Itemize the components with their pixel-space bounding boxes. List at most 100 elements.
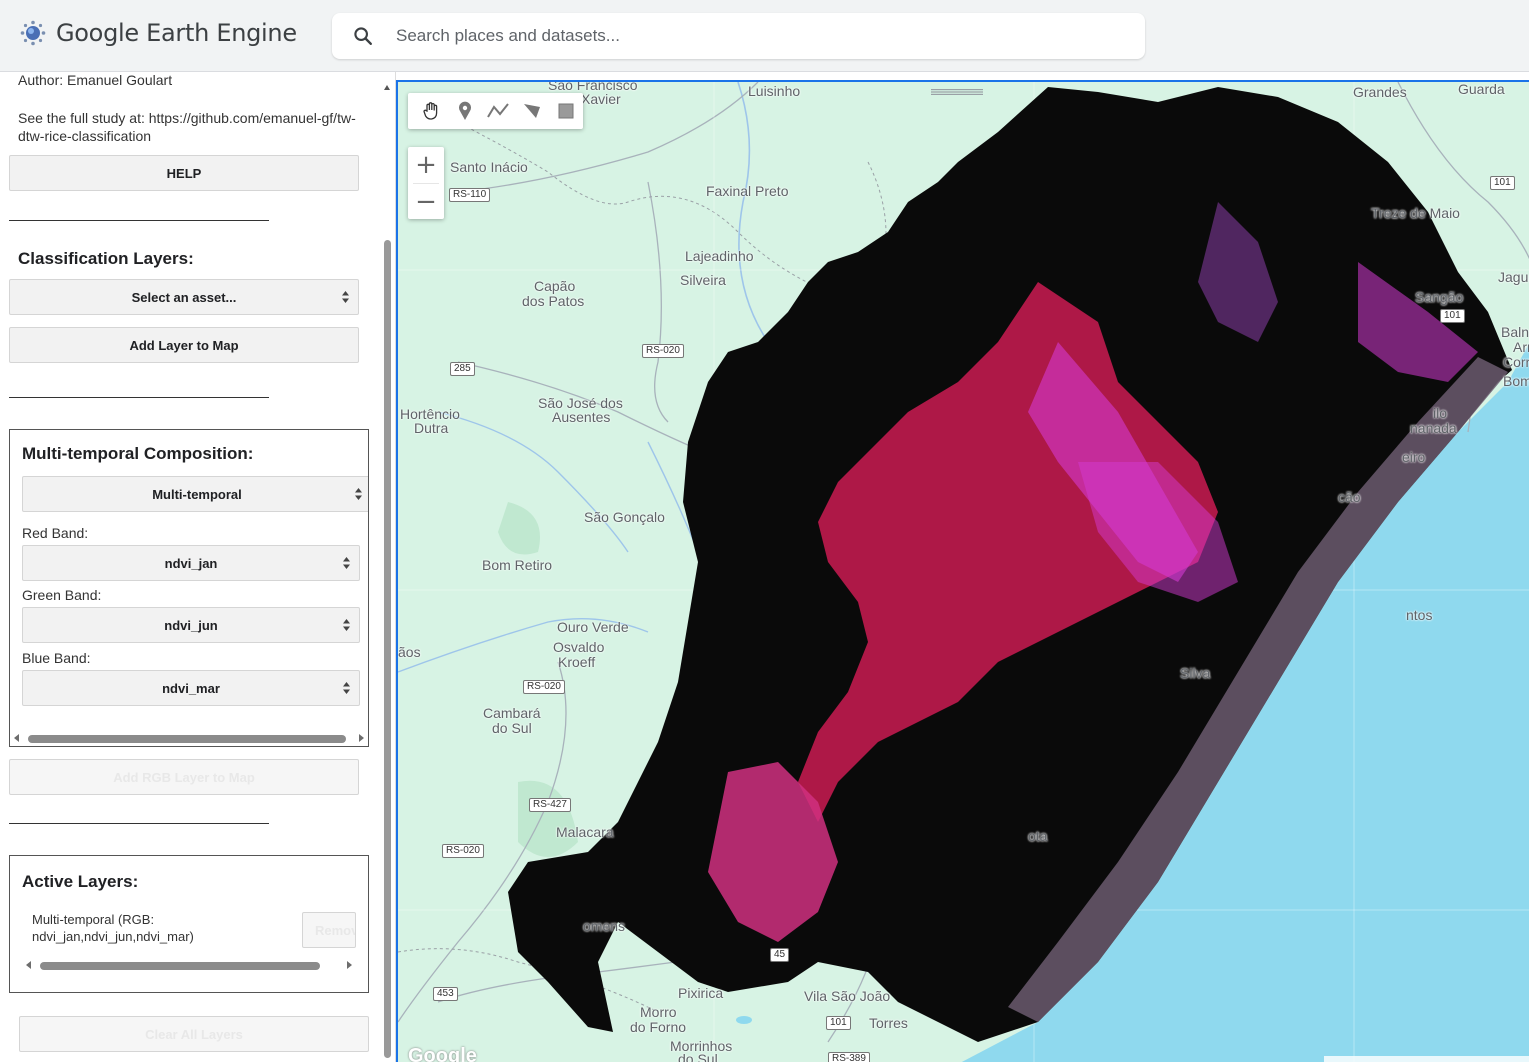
place-label: Luisinho xyxy=(748,83,801,99)
add-layer-button[interactable]: Add Layer to Map xyxy=(9,327,359,363)
place-label: Lajeadinho xyxy=(685,248,754,264)
grip-dots-icon xyxy=(931,89,983,95)
road-shield: 453 xyxy=(433,987,458,1001)
composition-title: Multi-temporal Composition: xyxy=(22,444,254,463)
divider-3 xyxy=(9,823,269,824)
author-text: Author: Emanuel Goulart xyxy=(18,72,173,88)
place-label: ota xyxy=(1028,828,1048,844)
remove-layer-button[interactable]: Remov xyxy=(302,912,356,948)
draw-polygon-button[interactable] xyxy=(515,93,549,129)
zoom-in-button[interactable]: + xyxy=(408,147,444,183)
classification-title: Classification Layers: xyxy=(18,249,194,268)
map-basemap xyxy=(398,82,1529,1062)
place-label: Sangão xyxy=(1415,289,1464,305)
divider-2 xyxy=(9,397,269,398)
active-layers-title: Active Layers: xyxy=(22,872,139,891)
place-label: São Gonçalo xyxy=(584,509,665,525)
app-logo[interactable]: Google Earth Engine xyxy=(20,16,297,50)
active-layers-hscrollbar[interactable] xyxy=(24,959,354,971)
blue-band-select[interactable]: ndvi_mar xyxy=(22,670,360,706)
rectangle-icon xyxy=(558,103,574,119)
composition-mode-value: Multi-temporal xyxy=(152,486,242,502)
search-bar[interactable] xyxy=(332,13,1145,59)
help-button[interactable]: HELP xyxy=(9,155,359,191)
clear-layers-button[interactable]: Clear All Layers xyxy=(19,1016,369,1052)
scrollbar-thumb[interactable] xyxy=(28,735,346,743)
zoom-out-button[interactable]: − xyxy=(408,184,444,220)
map-resize-handle[interactable] xyxy=(931,82,983,95)
place-label: Grandes xyxy=(1353,84,1407,100)
scrollbar-thumb[interactable] xyxy=(384,240,391,1058)
add-rgb-layer-button[interactable]: Add RGB Layer to Map xyxy=(9,759,359,795)
asset-select-value: Select an asset... xyxy=(131,289,237,305)
place-label: Kroeff xyxy=(558,654,596,670)
marker-icon xyxy=(458,101,471,120)
map-attribution[interactable] xyxy=(1324,1056,1529,1062)
place-label: ntos xyxy=(1406,607,1433,623)
hand-icon xyxy=(423,102,438,120)
asset-select[interactable]: Select an asset... xyxy=(9,279,359,315)
road-shield: RS-427 xyxy=(529,798,571,812)
draw-rectangle-button[interactable] xyxy=(549,93,583,129)
scroll-right-icon[interactable] xyxy=(347,961,352,969)
place-label: omens xyxy=(583,918,626,934)
scrollbar-thumb[interactable] xyxy=(40,962,320,970)
study-link-text: See the full study at: https://github.co… xyxy=(18,110,356,144)
place-label: Bom xyxy=(1503,373,1529,389)
place-label: Ausentes xyxy=(552,409,611,425)
place-label: Silva xyxy=(1180,665,1211,681)
place-label: do Forno xyxy=(630,1019,687,1035)
green-band-select[interactable]: ndvi_jun xyxy=(22,607,360,643)
place-label: Cambará xyxy=(483,705,541,721)
add-marker-button[interactable] xyxy=(448,93,482,129)
place-label: Silveira xyxy=(680,272,726,288)
google-logo: Google xyxy=(408,1045,477,1062)
zoom-controls: + − xyxy=(408,147,444,219)
road-shield: RS-020 xyxy=(642,344,684,358)
place-label: Dutra xyxy=(414,420,449,436)
place-label: Jagua xyxy=(1498,269,1529,285)
scroll-left-icon[interactable] xyxy=(26,961,31,969)
place-label: Bom Retiro xyxy=(482,557,553,573)
scroll-right-icon[interactable] xyxy=(359,734,364,742)
select-arrows-icon xyxy=(355,488,362,500)
search-input[interactable] xyxy=(396,26,1096,46)
road-shield: 101 xyxy=(826,1016,851,1030)
place-label: ilo xyxy=(1433,405,1448,421)
draw-line-button[interactable] xyxy=(482,93,516,129)
ui-panel: Author: Emanuel Goulart See the full stu… xyxy=(0,72,396,1062)
app-title: Google Earth Engine xyxy=(56,19,297,47)
composition-mode-select[interactable]: Multi-temporal xyxy=(22,476,368,512)
composition-panel: Multi-temporal Composition: Multi-tempor… xyxy=(9,429,369,747)
select-arrows-icon xyxy=(343,619,350,631)
place-label: Vila São João xyxy=(804,988,891,1004)
drawing-tools xyxy=(408,93,583,129)
search-icon[interactable] xyxy=(352,25,374,47)
earth-engine-logo-icon xyxy=(20,20,46,46)
app-header: Google Earth Engine xyxy=(0,0,1529,72)
composition-hscrollbar[interactable] xyxy=(12,732,366,744)
place-label: Malacara xyxy=(556,824,614,840)
road-shield: 101 xyxy=(1440,309,1465,323)
select-arrows-icon xyxy=(343,682,350,694)
place-label: Xavier xyxy=(581,91,621,107)
place-label: Capão xyxy=(534,278,576,294)
panel-vscrollbar[interactable] xyxy=(383,80,391,1062)
scroll-left-icon[interactable] xyxy=(14,734,19,742)
place-label: dos Patos xyxy=(522,293,585,309)
red-band-select[interactable]: ndvi_jan xyxy=(22,545,360,581)
place-label: Corr xyxy=(1503,354,1529,370)
active-layer-name-1: Multi-temporal (RGB: xyxy=(32,912,155,927)
map-canvas[interactable]: São Francisco Xavier Luisinho Grandes Gu… xyxy=(396,80,1529,1062)
place-label: nanada xyxy=(1410,420,1457,436)
active-layers-panel: Active Layers: Multi-temporal (RGB: ndvi… xyxy=(9,855,369,993)
scroll-up-icon[interactable] xyxy=(384,85,390,90)
place-label: do Sul xyxy=(678,1051,718,1062)
blue-band-label: Blue Band: xyxy=(22,650,91,666)
place-label: cão xyxy=(1338,489,1361,505)
pan-hand-button[interactable] xyxy=(414,93,448,129)
place-label: Treze de Maio xyxy=(1371,205,1460,221)
place-label: Osvaldo xyxy=(553,639,605,655)
road-shield: RS-020 xyxy=(523,680,565,694)
select-arrows-icon xyxy=(342,291,349,303)
